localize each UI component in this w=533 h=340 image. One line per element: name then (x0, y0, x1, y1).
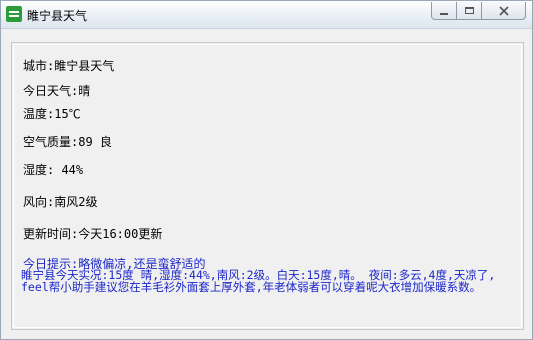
weather-window: 睢宁县天气 城市:睢宁县天气 今日天气:晴 温度:15℃ 空气质量:89 良 湿… (0, 0, 533, 340)
city-label: 城市:睢宁县天气 (23, 59, 115, 73)
maximize-icon (464, 7, 474, 14)
wind-label: 风向:南风2级 (23, 195, 98, 209)
window-title: 睢宁县天气 (27, 9, 88, 23)
app-icon (6, 6, 22, 22)
humidity-label: 湿度: 44% (23, 163, 84, 177)
today-weather-label: 今日天气:晴 (23, 84, 91, 98)
close-icon (498, 5, 509, 16)
air-quality-label: 空气质量:89 良 (23, 135, 112, 149)
minimize-button[interactable] (431, 2, 457, 20)
maximize-button[interactable] (457, 2, 482, 20)
minimize-icon (440, 12, 448, 15)
update-time-label: 更新时间:今天16:00更新 (23, 227, 163, 241)
window-controls (431, 2, 526, 20)
close-button[interactable] (482, 2, 526, 20)
temperature-label: 温度:15℃ (23, 107, 81, 121)
weather-detail-text: 睢宁县今天实况:15度 晴,湿度:44%,南风:2级。白天:15度,晴。 夜间:… (21, 268, 496, 294)
title-bar[interactable]: 睢宁县天气 (1, 1, 532, 29)
